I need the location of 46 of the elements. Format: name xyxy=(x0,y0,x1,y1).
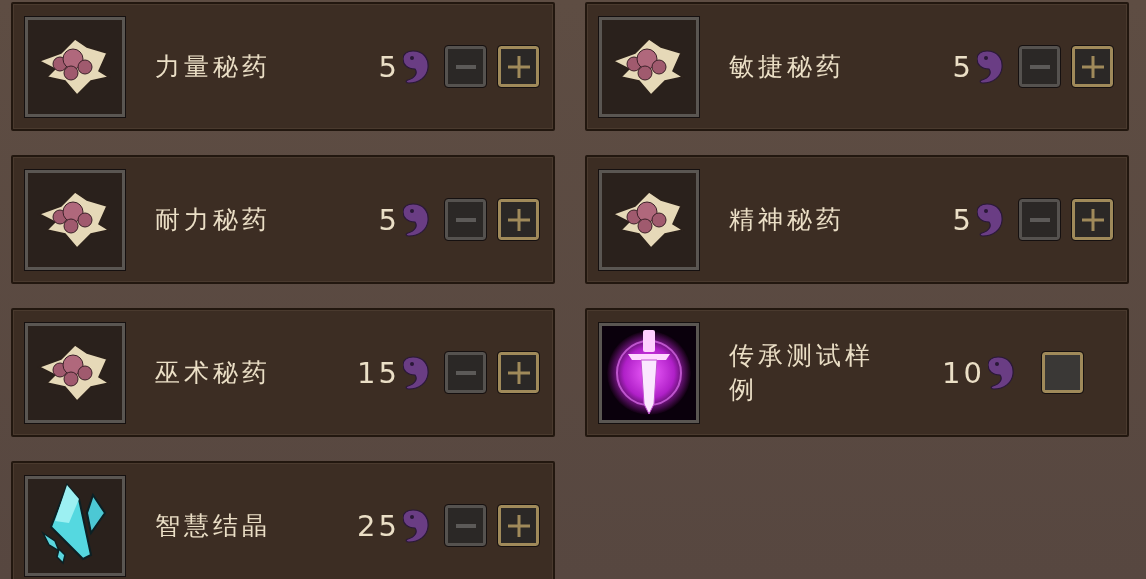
item-cost: 5 xyxy=(952,49,974,84)
plus-icon xyxy=(1081,55,1104,78)
magatama-icon xyxy=(403,49,429,84)
decrease-button[interactable] xyxy=(445,352,486,393)
item-name: 传承测试样例 xyxy=(729,339,875,406)
increase-button[interactable] xyxy=(1072,46,1113,87)
item-cost: 10 xyxy=(942,355,985,390)
magatama-icon xyxy=(403,508,429,543)
magatama-icon xyxy=(403,202,429,237)
checkbox[interactable] xyxy=(1042,352,1083,393)
item-cost: 5 xyxy=(378,202,400,237)
decrease-button[interactable] xyxy=(445,46,486,87)
item-name: 耐力秘药 xyxy=(155,203,271,236)
decrease-button[interactable] xyxy=(1019,46,1060,87)
item-name: 巫术秘药 xyxy=(155,356,271,389)
item-name: 智慧结晶 xyxy=(155,509,271,542)
item-cost: 25 xyxy=(357,508,400,543)
plus-icon xyxy=(507,514,530,537)
minus-icon xyxy=(455,523,476,528)
minus-icon xyxy=(455,370,476,375)
item-cost: 5 xyxy=(952,202,974,237)
minus-icon xyxy=(455,217,476,222)
magatama-icon xyxy=(988,355,1014,390)
increase-button[interactable] xyxy=(498,505,539,546)
plus-icon xyxy=(507,55,530,78)
increase-button[interactable] xyxy=(498,46,539,87)
increase-button[interactable] xyxy=(498,199,539,240)
item-name: 敏捷秘药 xyxy=(729,50,845,83)
minus-icon xyxy=(455,64,476,69)
item-name: 精神秘药 xyxy=(729,203,845,236)
item-cost: 15 xyxy=(357,355,400,390)
item-name: 力量秘药 xyxy=(155,50,271,83)
magatama-icon xyxy=(977,202,1003,237)
increase-button[interactable] xyxy=(1072,199,1113,240)
item-cost: 5 xyxy=(378,49,400,84)
decrease-button[interactable] xyxy=(445,199,486,240)
plus-icon xyxy=(507,208,530,231)
minus-icon xyxy=(1029,64,1050,69)
decrease-button[interactable] xyxy=(445,505,486,546)
increase-button[interactable] xyxy=(498,352,539,393)
minus-icon xyxy=(1029,217,1050,222)
plus-icon xyxy=(1081,208,1104,231)
magatama-icon xyxy=(403,355,429,390)
decrease-button[interactable] xyxy=(1019,199,1060,240)
plus-icon xyxy=(507,361,530,384)
magatama-icon xyxy=(977,49,1003,84)
